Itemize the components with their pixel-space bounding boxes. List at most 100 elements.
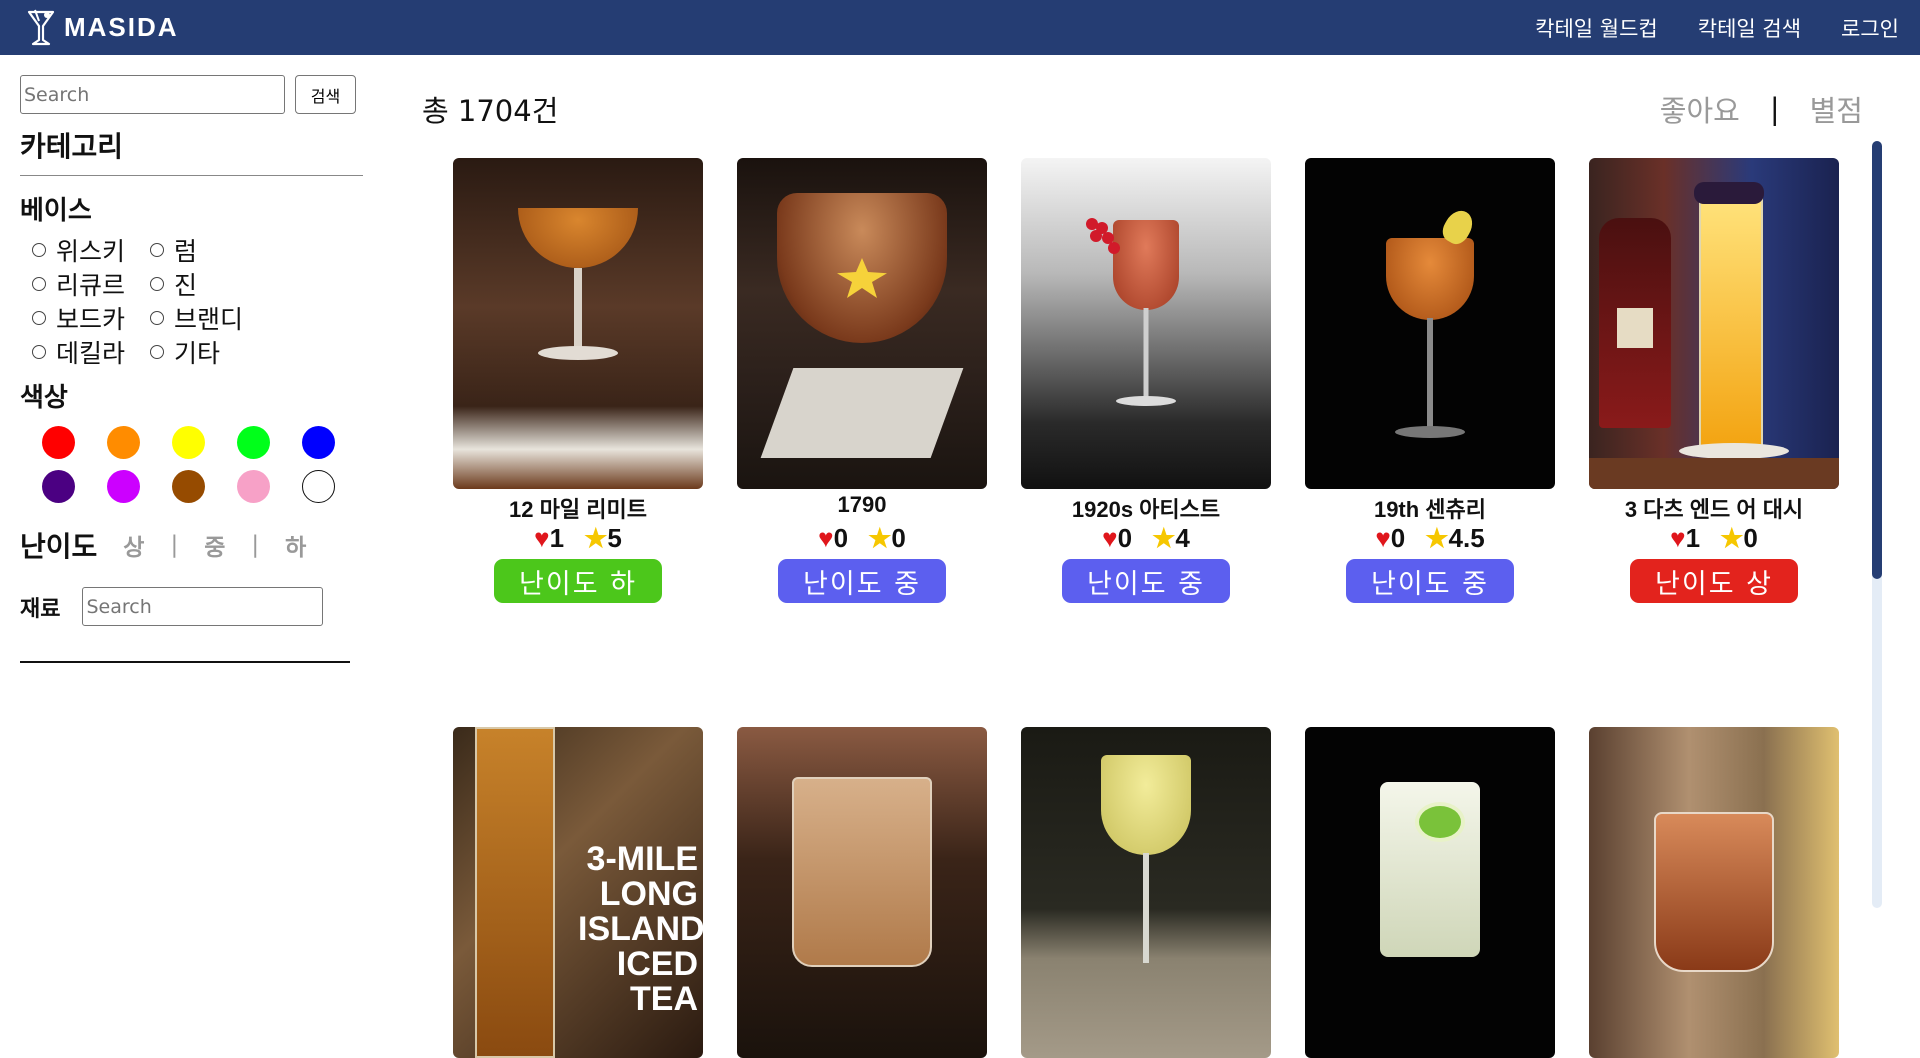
overlay-text: LONG [599, 875, 698, 913]
difficulty-badge[interactable]: 난이도 상 [1630, 559, 1798, 603]
search-button[interactable]: 검색 [295, 75, 356, 114]
cocktail-name[interactable]: 12 마일 리미트 [453, 492, 703, 522]
cocktail-card[interactable] [1021, 727, 1271, 1058]
cocktail-photo[interactable] [1589, 158, 1839, 489]
overlay-text: TEA [630, 980, 698, 1018]
radio-button[interactable] [32, 276, 46, 291]
radio-button[interactable] [150, 242, 164, 257]
cocktail-card[interactable]: 3 다츠 엔드 어 대시 ♥ 1 ★ 0 난이도 상 [1589, 158, 1839, 603]
base-option-whisky[interactable]: 위스키 [32, 235, 150, 266]
color-swatch-purple[interactable] [107, 470, 140, 503]
rating-value: 0 [891, 522, 906, 553]
cocktail-card[interactable] [1589, 727, 1839, 1058]
color-swatch-pink[interactable] [237, 470, 270, 503]
base-options: 위스키 럼 리큐르 진 보드카 브랜디 데킬라 기타 [32, 235, 270, 368]
base-option-gin[interactable]: 진 [150, 269, 270, 300]
radio-button[interactable] [32, 344, 46, 359]
nav-login[interactable]: 로그인 [1841, 13, 1899, 43]
radio-button[interactable] [32, 310, 46, 325]
cocktail-photo[interactable] [1305, 727, 1555, 1058]
cocktail-photo[interactable] [1021, 158, 1271, 489]
search-input[interactable] [20, 75, 285, 114]
result-count: 총 1704건 [422, 94, 559, 128]
cocktail-card[interactable] [1305, 727, 1555, 1058]
base-option-rum[interactable]: 럼 [150, 235, 270, 266]
cocktail-stats: ♥ 0 ★ 4.5 [1305, 523, 1555, 553]
base-title: 베이스 [20, 196, 92, 226]
rating-value: 0 [1743, 522, 1758, 553]
cocktail-grid: 12 마일 리미트 ♥ 1 ★ 5 난이도 하 1790 ♥ 0 ★ 0 난이도 중 1… [453, 158, 1839, 1058]
logo[interactable]: MASIDA [26, 9, 179, 47]
difficulty-option-high[interactable]: 상 [123, 528, 144, 562]
cocktail-name[interactable]: 3 다츠 엔드 어 대시 [1589, 492, 1839, 522]
heart-icon: ♥ [1375, 522, 1391, 553]
cocktail-card[interactable]: 12 마일 리미트 ♥ 1 ★ 5 난이도 하 [453, 158, 703, 603]
cocktail-name[interactable]: 1920s 아티스트 [1021, 492, 1271, 522]
cocktail-stats: ♥ 0 ★ 4 [1021, 523, 1271, 553]
cocktail-photo[interactable] [1305, 158, 1555, 489]
radio-button[interactable] [150, 310, 164, 325]
difficulty-badge[interactable]: 난이도 중 [1346, 559, 1514, 603]
sort-by-rating[interactable]: 별점 [1810, 88, 1863, 130]
heart-icon: ♥ [818, 522, 834, 553]
difficulty-title: 난이도 [20, 530, 98, 563]
base-option-vodka[interactable]: 보드카 [32, 303, 150, 334]
difficulty-badge[interactable]: 난이도 하 [494, 559, 662, 603]
cocktail-stats: ♥ 1 ★ 0 [1589, 523, 1839, 553]
color-swatch-orange[interactable] [107, 426, 140, 459]
cocktail-photo[interactable] [1589, 727, 1839, 1058]
cocktail-photo[interactable] [737, 158, 987, 489]
ingredient-filter: 재료 [20, 587, 324, 626]
radio-button[interactable] [150, 276, 164, 291]
color-swatch-white[interactable] [302, 470, 335, 503]
nav-cocktail-worldcup[interactable]: 칵테일 월드컵 [1535, 13, 1658, 43]
category-title: 카테고리 [20, 130, 124, 163]
difficulty-badge[interactable]: 난이도 중 [1062, 559, 1230, 603]
like-count: 0 [1117, 522, 1133, 553]
base-option-tequila[interactable]: 데킬라 [32, 337, 150, 368]
cocktail-card[interactable]: 19th 센츄리 ♥ 0 ★ 4.5 난이도 중 [1305, 158, 1555, 603]
radio-button[interactable] [150, 344, 164, 359]
difficulty-separator: | [170, 532, 179, 558]
color-swatch-indigo[interactable] [42, 470, 75, 503]
cocktail-photo[interactable] [453, 158, 703, 489]
logo-text: MASIDA [64, 12, 179, 42]
main-nav: 칵테일 월드컵 칵테일 검색 로그인 [1535, 0, 1920, 55]
sidebar-divider [20, 661, 350, 663]
scrollbar[interactable] [1872, 141, 1882, 908]
base-option-etc[interactable]: 기타 [150, 337, 270, 368]
color-swatch-red[interactable] [42, 426, 75, 459]
color-swatches [42, 426, 335, 503]
cocktail-card[interactable]: 1920s 아티스트 ♥ 0 ★ 4 난이도 중 [1021, 158, 1271, 603]
filter-sidebar: 검색 카테고리 베이스 위스키 럼 리큐르 진 보드카 브랜디 데킬라 기타 색… [0, 55, 380, 908]
color-swatch-brown[interactable] [172, 470, 205, 503]
star-icon: ★ [1425, 522, 1449, 553]
color-swatch-blue[interactable] [302, 426, 335, 459]
cocktail-photo[interactable] [737, 727, 987, 1058]
sort-by-likes[interactable]: 좋아요 [1660, 88, 1740, 130]
difficulty-option-mid[interactable]: 중 [204, 528, 225, 562]
cocktail-card[interactable]: 1790 ♥ 0 ★ 0 난이도 중 [737, 158, 987, 603]
cocktail-name[interactable]: 19th 센츄리 [1305, 492, 1555, 522]
like-count: 0 [1390, 522, 1406, 553]
difficulty-separator: | [251, 532, 260, 558]
overlay-text: ICED [616, 945, 698, 983]
difficulty-option-low[interactable]: 하 [285, 528, 306, 562]
cocktail-photo[interactable] [1021, 727, 1271, 1058]
cocktail-photo[interactable]: 3-MILE LONG ISLAND ICED TEA [453, 727, 703, 1058]
star-icon: ★ [1152, 522, 1176, 553]
color-swatch-yellow[interactable] [172, 426, 205, 459]
search-row: 검색 [20, 75, 356, 114]
ingredient-search-input[interactable] [82, 587, 324, 626]
cocktail-name[interactable]: 1790 [737, 492, 987, 519]
nav-cocktail-search[interactable]: 칵테일 검색 [1698, 13, 1801, 43]
color-swatch-green[interactable] [237, 426, 270, 459]
base-option-liqueur[interactable]: 리큐르 [32, 269, 150, 300]
radio-button[interactable] [32, 242, 46, 257]
scrollbar-thumb[interactable] [1872, 141, 1882, 579]
overlay-text: ISLAND [578, 910, 703, 948]
cocktail-card[interactable] [737, 727, 987, 1058]
cocktail-card[interactable]: 3-MILE LONG ISLAND ICED TEA [453, 727, 703, 1058]
base-option-brandy[interactable]: 브랜디 [150, 303, 270, 334]
difficulty-badge[interactable]: 난이도 중 [778, 559, 946, 603]
